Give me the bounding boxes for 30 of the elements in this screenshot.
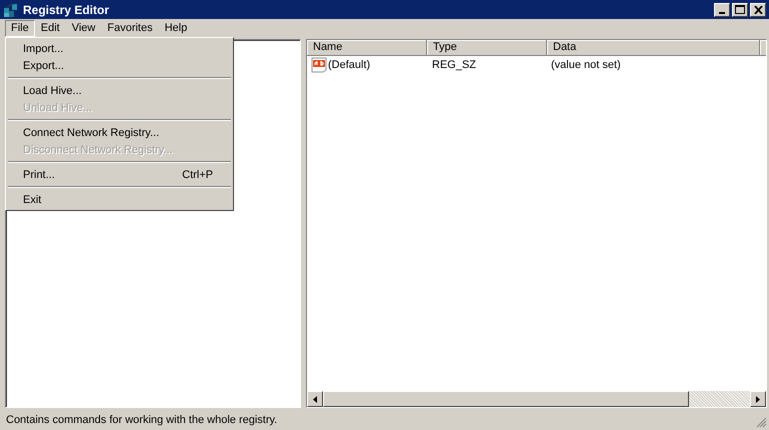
resize-grip-icon[interactable] xyxy=(755,416,767,428)
menu-item[interactable]: Favorites xyxy=(101,20,159,36)
minimize-button[interactable] xyxy=(714,2,730,16)
column-header[interactable]: Type xyxy=(427,40,547,56)
scrollbar-thumb[interactable] xyxy=(323,391,689,407)
string-value-icon xyxy=(311,57,327,73)
maximize-button[interactable] xyxy=(732,2,748,16)
status-text: Contains commands for working with the whole registry. xyxy=(6,414,278,426)
menu-item[interactable]: Connect Network Registry... xyxy=(6,124,233,141)
right-arrow-icon[interactable] xyxy=(756,396,760,402)
column-header[interactable]: Data xyxy=(547,40,760,56)
menu-item[interactable]: Export... xyxy=(6,57,233,74)
cubes-icon xyxy=(3,2,19,18)
menu-item[interactable]: Exit xyxy=(6,191,233,208)
value-name[interactable]: (Default) xyxy=(328,59,370,71)
horizontal-scrollbar[interactable] xyxy=(307,391,766,407)
menu-item[interactable]: Import... xyxy=(6,40,233,57)
column-header[interactable]: Name xyxy=(307,40,427,56)
menu-item[interactable]: Edit xyxy=(34,20,66,36)
left-arrow-icon[interactable] xyxy=(313,396,317,402)
menu-item[interactable]: View xyxy=(66,20,102,36)
menu-item[interactable]: Help xyxy=(158,20,194,36)
window-title: Registry Editor xyxy=(23,2,110,16)
menu-item[interactable]: Load Hive... xyxy=(6,82,233,99)
table-cell: REG_SZ xyxy=(432,59,476,71)
close-button[interactable] xyxy=(750,2,766,16)
menu-item[interactable]: Print... Ctrl+P xyxy=(6,166,233,183)
menu-item[interactable]: File xyxy=(5,20,35,36)
table-cell: (value not set) xyxy=(551,59,621,71)
close-icon[interactable] xyxy=(754,6,762,14)
